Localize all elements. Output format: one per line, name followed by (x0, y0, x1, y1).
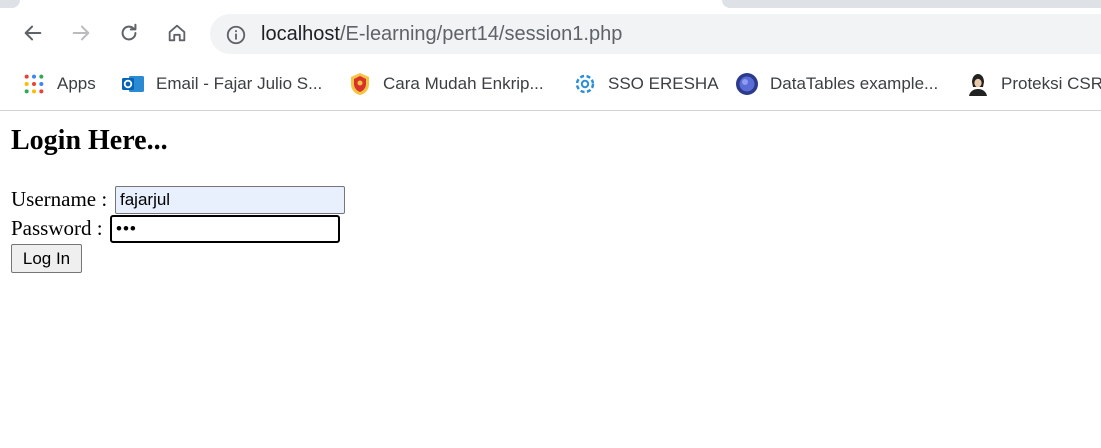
sso-gear-icon (573, 72, 597, 96)
bookmarks-bar: Apps Email - Fajar Julio S... Cara Mudah… (0, 62, 1101, 110)
home-button[interactable] (163, 19, 191, 47)
shield-logo-icon (348, 72, 372, 96)
username-label: Username : (11, 187, 108, 211)
bookmark-label: Apps (57, 74, 96, 93)
forward-arrow-icon (72, 25, 90, 41)
url-text[interactable]: localhost/E-learning/pert14/session1.php (261, 23, 622, 45)
reload-button[interactable] (115, 19, 143, 47)
back-button[interactable] (19, 19, 47, 47)
back-arrow-icon (24, 25, 42, 41)
forward-button[interactable] (67, 19, 95, 47)
bookmark-label: Proteksi CSR (1001, 74, 1101, 93)
person-icon (966, 72, 990, 96)
bookmark-label: DataTables example... (770, 74, 939, 93)
bookmark-email[interactable]: Email - Fajar Julio S... (121, 72, 322, 96)
address-bar[interactable]: localhost/E-learning/pert14/session1.php (210, 14, 1101, 54)
bookmark-label: Email - Fajar Julio S... (156, 74, 323, 93)
bookmark-proteksi[interactable]: Proteksi CSR (966, 72, 1101, 96)
password-input[interactable] (110, 215, 340, 243)
url-host: localhost (261, 23, 340, 45)
active-tab[interactable] (10, 0, 732, 8)
page-content: Login Here... Username : Password : Log … (0, 111, 1101, 448)
password-label: Password : (11, 216, 103, 240)
tab-strip (0, 0, 1101, 8)
site-info-icon[interactable] (225, 24, 247, 46)
datatables-icon (735, 72, 759, 96)
bookmark-label: Cara Mudah Enkrip... (383, 74, 544, 93)
bookmark-datatables[interactable]: DataTables example... (735, 72, 938, 96)
outlook-icon (121, 72, 145, 96)
apps-grid-icon (22, 72, 46, 96)
browser-chrome: localhost/E-learning/pert14/session1.php… (0, 0, 1101, 111)
page-title: Login Here... (11, 125, 168, 156)
bookmark-sso[interactable]: SSO ERESHA (573, 72, 719, 96)
url-path: /E-learning/pert14/session1.php (339, 23, 623, 45)
reload-icon (121, 23, 137, 41)
bookmark-label: SSO ERESHA (608, 74, 719, 93)
bookmark-enkripsi[interactable]: Cara Mudah Enkrip... (348, 72, 544, 96)
bookmark-apps[interactable]: Apps (22, 72, 96, 96)
login-button[interactable]: Log In (11, 244, 82, 273)
browser-toolbar: localhost/E-learning/pert14/session1.php (0, 8, 1101, 62)
home-icon (168, 24, 186, 42)
username-input[interactable] (115, 186, 345, 214)
